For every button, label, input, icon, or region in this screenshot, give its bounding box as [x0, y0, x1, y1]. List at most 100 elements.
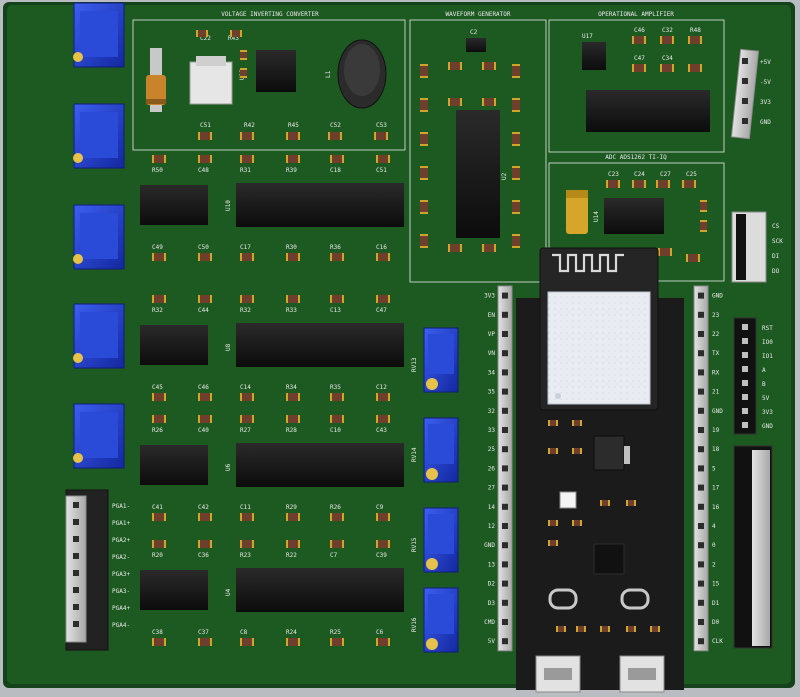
smd-component	[420, 98, 428, 112]
right-pin-label: RST	[762, 325, 773, 332]
header-pin	[698, 350, 704, 357]
header-pin	[698, 292, 704, 299]
smd-component	[512, 234, 520, 248]
left-pin-label: PGA2+	[112, 537, 130, 544]
smd-component	[152, 253, 166, 261]
smd-component	[240, 513, 254, 521]
pin-label: 32	[488, 408, 496, 415]
smd-component	[512, 166, 520, 180]
smd-component	[482, 62, 496, 70]
left-pin-label: PGA4+	[112, 605, 130, 612]
smd-component	[600, 626, 610, 632]
smd-component	[152, 393, 166, 401]
pin-label: TX	[712, 350, 720, 357]
power-pin-label: GND	[760, 119, 771, 126]
smd-component	[196, 30, 208, 37]
left-pin-label: PGA1-	[112, 503, 130, 510]
label-c52: C52	[330, 122, 341, 129]
label-r42: R42	[244, 122, 255, 129]
ref-label: C42	[198, 504, 209, 511]
opamp-ref-label: C34	[662, 55, 673, 62]
smd-component	[286, 155, 300, 163]
header-pin	[502, 484, 508, 491]
ref-label: C39	[376, 552, 387, 559]
pin-label: 2	[712, 561, 716, 568]
pin-label: CMD	[484, 619, 495, 626]
pin-label: D0	[712, 619, 720, 626]
pin-label: 4	[712, 523, 716, 530]
header-pin	[698, 388, 704, 395]
pin-label: RX	[712, 369, 720, 376]
ref-label: C47	[376, 307, 387, 314]
smd-component	[548, 540, 558, 546]
smd-component	[572, 448, 582, 454]
chip-u14	[604, 198, 664, 234]
ref-label: C50	[198, 244, 209, 251]
smd-component	[626, 626, 636, 632]
header-pin	[742, 352, 748, 358]
chip-u12	[256, 50, 296, 92]
header-pin	[73, 604, 79, 610]
smd-component	[512, 132, 520, 146]
smd-component	[600, 500, 610, 506]
power-pin-label: -5V	[760, 79, 771, 86]
smd-component	[572, 520, 582, 526]
header-pin	[502, 427, 508, 433]
ref-label: R24	[286, 629, 297, 636]
ref-label: R29	[286, 504, 297, 511]
header-pin	[502, 523, 508, 529]
header-pin	[73, 621, 79, 627]
pin-label: 5V	[488, 638, 496, 645]
left-pin-label: PGA3+	[112, 571, 130, 578]
header-pin	[742, 338, 748, 344]
pin-label: 14	[488, 504, 496, 511]
smd-component	[512, 64, 520, 78]
header-pin	[698, 484, 704, 491]
smd-component	[240, 155, 254, 163]
opamp-ref-label: C32	[662, 27, 673, 34]
ref-label: C45	[152, 384, 163, 391]
pin-label: 17	[712, 485, 720, 492]
smd-component	[198, 638, 212, 646]
smd-component	[376, 638, 390, 646]
potentiometer	[73, 303, 125, 369]
ref-label: C48	[198, 167, 209, 174]
header-pin	[742, 58, 748, 64]
header-pin	[73, 553, 79, 559]
header-pin	[698, 638, 704, 645]
pin-label: 3V3	[484, 293, 495, 300]
header-pin	[742, 324, 748, 330]
adc-ref-label: C27	[660, 171, 671, 178]
smd-component	[240, 295, 254, 303]
smd-component	[286, 513, 300, 521]
smd-component	[376, 295, 390, 303]
header-pin	[742, 118, 748, 124]
pin-label: 35	[488, 389, 496, 396]
right-pin-label: IO1	[762, 353, 773, 360]
label-c51: C51	[200, 122, 211, 129]
ref-label: R25	[330, 629, 341, 636]
pot-label: RV16	[411, 617, 418, 632]
smd-component	[556, 626, 566, 632]
header-pin	[698, 580, 704, 587]
smd-component	[448, 98, 462, 106]
ref-label: R31	[240, 167, 251, 174]
header-pin	[502, 542, 508, 549]
pot-label: RV14	[411, 447, 418, 462]
smd-component	[548, 520, 558, 526]
header-pin	[502, 465, 508, 472]
smd-component	[198, 393, 212, 401]
header-pin	[73, 502, 79, 508]
smd-component	[240, 253, 254, 261]
left-pin-label: PGA2-	[112, 554, 130, 561]
smd-component	[376, 513, 390, 521]
smd-component	[682, 180, 696, 188]
pin-label: 23	[712, 312, 720, 319]
label-c2: C2	[470, 29, 478, 36]
smd-component	[230, 30, 242, 37]
header-pin	[73, 536, 79, 542]
header-pin	[502, 331, 508, 337]
smd-component	[198, 132, 212, 140]
chip-u2	[456, 110, 500, 238]
smd-component	[420, 64, 428, 78]
